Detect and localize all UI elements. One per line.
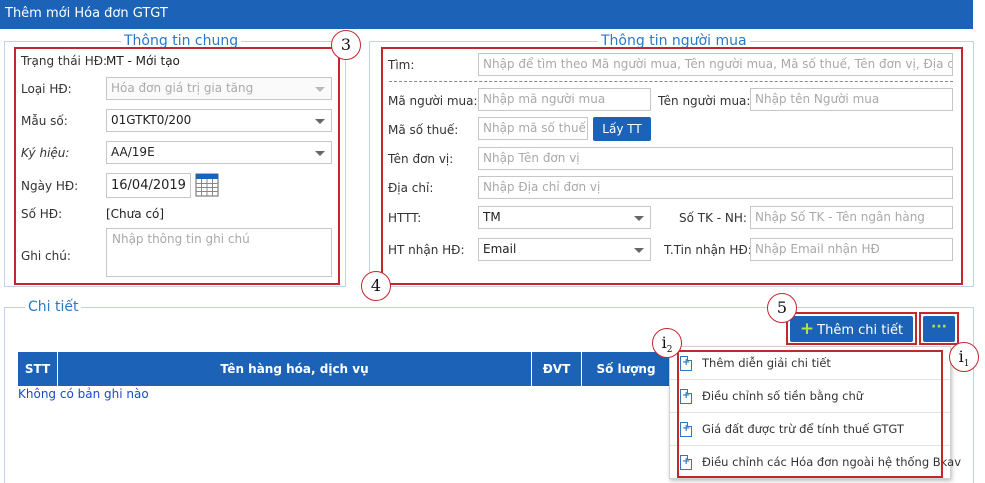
tax-code-input[interactable]: Nhập mã số thuế — [478, 117, 588, 140]
payment-method-label: HTTT: — [388, 211, 422, 225]
buyer-name-input[interactable]: Nhập tên Người mua — [750, 88, 953, 111]
status-label: Trạng thái HĐ: — [21, 54, 108, 68]
unit-name-input[interactable]: Nhập Tên đơn vị — [478, 147, 953, 170]
note-label: Ghi chú: — [21, 249, 71, 263]
column-header-stt[interactable]: STT — [18, 352, 58, 386]
form-number-select[interactable]: 01GTKT0/200 — [106, 109, 332, 132]
divider — [389, 81, 953, 82]
note-textarea[interactable]: Nhập thông tin ghi chú — [106, 228, 332, 277]
buyer-code-label: Mã người mua: — [388, 94, 478, 108]
invoice-type-label: Loại HĐ: — [21, 82, 72, 96]
symbol-label: Ký hiệu: — [21, 146, 70, 160]
detail-legend: Chi tiết — [25, 299, 82, 315]
receive-method-label: HT nhận HĐ: — [388, 243, 465, 257]
invoice-date-input[interactable]: 16/04/2019 — [106, 173, 191, 198]
buyer-code-input[interactable]: Nhập mã người mua — [478, 88, 651, 111]
callout-4: 4 — [361, 271, 391, 301]
plus-icon: + — [799, 319, 815, 339]
invoice-number-value: [Chưa có] — [106, 207, 165, 221]
chevron-down-icon — [309, 78, 331, 99]
chevron-down-icon — [309, 142, 331, 163]
invoice-number-label: Số HĐ: — [21, 207, 63, 221]
fetch-info-button[interactable]: Lấy TT — [593, 117, 651, 141]
add-detail-button[interactable]: + Thêm chi tiết — [790, 316, 913, 342]
chevron-down-icon — [628, 207, 650, 228]
menu-highlight — [677, 350, 943, 478]
address-input[interactable]: Nhập Địa chỉ đơn vị — [478, 176, 953, 199]
search-label: Tìm: — [388, 58, 415, 72]
tax-code-label: Mã số thuế: — [388, 123, 459, 137]
callout-5: 5 — [767, 293, 797, 323]
column-header-quantity[interactable]: Số lượng — [582, 352, 670, 386]
callout-i2: i2 — [652, 328, 682, 358]
buyer-name-label: Tên người mua: — [658, 94, 751, 108]
receive-info-input[interactable]: Nhập Email nhận HĐ — [750, 238, 953, 261]
column-header-item-name[interactable]: Tên hàng hóa, dịch vụ — [58, 352, 532, 386]
payment-method-select[interactable]: TM — [478, 206, 651, 229]
address-label: Địa chỉ: — [388, 181, 434, 195]
callout-3: 3 — [331, 30, 361, 60]
chevron-down-icon — [628, 239, 650, 260]
invoice-date-label: Ngày HĐ: — [21, 179, 79, 193]
bank-account-label: Số TK - NH: — [679, 211, 747, 225]
column-header-unit[interactable]: ĐVT — [532, 352, 582, 386]
status-value: MT - Mới tạo — [106, 54, 180, 68]
receive-method-select[interactable]: Email — [478, 238, 651, 261]
receive-info-label: T.Tin nhận HĐ: — [664, 243, 752, 257]
form-number-label: Mẫu số: — [21, 114, 68, 128]
callout-i1: i1 — [949, 342, 979, 372]
invoice-type-select[interactable]: Hóa đơn giá trị gia tăng — [106, 77, 332, 100]
symbol-select[interactable]: AA/19E — [106, 141, 332, 164]
buyer-search-input[interactable]: Nhập để tìm theo Mã người mua, Tên người… — [478, 53, 953, 76]
bank-account-input[interactable]: Nhập Số TK - Tên ngân hàng — [750, 206, 953, 229]
detail-table-header: STT Tên hàng hóa, dịch vụ ĐVT Số lượng — [18, 352, 670, 386]
empty-table-message: Không có bản ghi nào — [18, 387, 149, 401]
unit-name-label: Tên đơn vị: — [388, 152, 454, 166]
more-options-button[interactable]: ··· — [923, 316, 955, 342]
window-title: Thêm mới Hóa đơn GTGT — [5, 6, 168, 21]
chevron-down-icon — [309, 110, 331, 131]
calendar-icon[interactable] — [195, 173, 219, 197]
window-title-bar: Thêm mới Hóa đơn GTGT — [0, 0, 973, 29]
